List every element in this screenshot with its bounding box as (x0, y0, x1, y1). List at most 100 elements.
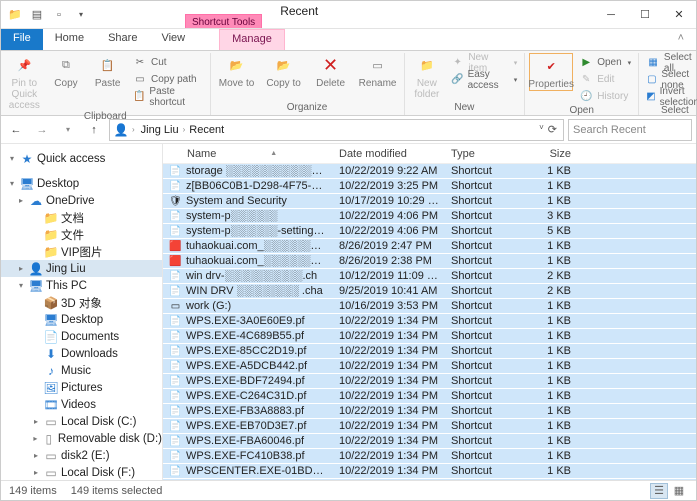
column-size[interactable]: Size (517, 148, 577, 160)
nav-item[interactable]: ♪Music (1, 362, 162, 379)
close-button[interactable]: ✕ (662, 1, 696, 28)
file-row[interactable]: ▭work (G:)10/16/2019 3:53 PMShortcut1 KB (163, 299, 696, 314)
refresh-icon[interactable]: ⟳ (548, 123, 557, 136)
nav-icon: 👤 (29, 262, 43, 276)
properties-button[interactable]: ✔Properties (529, 53, 573, 91)
copy-button[interactable]: ⧉Copy (47, 53, 86, 89)
nav-item[interactable]: 📁文件 (1, 226, 162, 243)
nav-item[interactable]: 🖥Desktop (1, 311, 162, 328)
edit-button[interactable]: ✎Edit (576, 71, 634, 88)
nav-item[interactable]: ▸☁OneDrive (1, 192, 162, 209)
file-row[interactable]: 📄system-p░░░░░░10/22/2019 4:06 PMShortcu… (163, 209, 696, 224)
qat-properties-icon[interactable]: ▤ (29, 7, 45, 23)
file-row[interactable]: 📄system-p░░░░░░-settings.png10/22/2019 4… (163, 224, 696, 239)
nav-item[interactable]: 📁文档 (1, 209, 162, 226)
history-button[interactable]: 🕘History (576, 88, 634, 105)
nav-icon: 🖥 (29, 279, 43, 293)
nav-item[interactable]: 📄Documents (1, 328, 162, 345)
minimize-button[interactable]: ─ (594, 1, 628, 28)
file-row[interactable]: 📄WPSCENTER.EXE-01BDCF2D.pf10/22/2019 1:3… (163, 464, 696, 479)
easyaccess-button[interactable]: 🔗Easy access▾ (448, 71, 520, 88)
moveto-button[interactable]: 📂Move to (215, 53, 259, 89)
nav-icon: 📁 (44, 228, 58, 242)
pin-button[interactable]: 📌Pin to Quick access (5, 53, 44, 111)
file-row[interactable]: 📄WPS.EXE-FBA60046.pf10/22/2019 1:34 PMSh… (163, 434, 696, 449)
delete-button[interactable]: ✕Delete (309, 53, 353, 89)
status-bar: 149 items 149 items selected ☰ ▦ (1, 480, 696, 500)
file-row[interactable]: 📄WPS.EXE-FB3A8883.pf10/22/2019 1:34 PMSh… (163, 404, 696, 419)
nav-item[interactable]: 📁VIP图片 (1, 243, 162, 260)
qat-newfolder-icon[interactable]: ▫ (51, 7, 67, 23)
nav-item[interactable]: ▾★Quick access (1, 150, 162, 167)
file-row[interactable]: 📄z[BB06C0B1-D298-4F75-8A5D-CD88A47…10/22… (163, 179, 696, 194)
file-row[interactable]: 🟥tuhaokuai.com_░░░░░░░░5834657…8/26/2019… (163, 254, 696, 269)
copyto-button[interactable]: 📂Copy to (262, 53, 306, 89)
nav-forward-button[interactable]: → (31, 119, 53, 141)
file-row[interactable]: 📄storage ░░░░░░░░░░░░░░░░░10/22/2019 9:2… (163, 164, 696, 179)
tab-view[interactable]: View (149, 29, 197, 50)
nav-item[interactable]: 🎞Videos (1, 396, 162, 413)
file-row[interactable]: 📄WPS.EXE-3A0E60E9.pf10/22/2019 1:34 PMSh… (163, 314, 696, 329)
file-list[interactable]: 📄storage ░░░░░░░░░░░░░░░░░10/22/2019 9:2… (163, 164, 696, 480)
nav-item[interactable]: ▸▯Removable disk (D:) (1, 430, 162, 447)
cut-icon: ✂ (133, 56, 147, 70)
nav-icon: 🖥 (20, 177, 34, 191)
qat-customize-icon[interactable]: ▾ (73, 7, 89, 23)
nav-icon: 📄 (44, 330, 58, 344)
ribbon-collapse-icon[interactable]: ˄ (666, 29, 696, 50)
invert-button[interactable]: ◩Invert selection (643, 88, 697, 105)
file-row[interactable]: 📄WPS.EXE-BDF72494.pf10/22/2019 1:34 PMSh… (163, 374, 696, 389)
selectall-icon: ▦ (646, 56, 660, 70)
maximize-button[interactable]: ☐ (628, 1, 662, 28)
file-icon: 📄 (169, 420, 182, 433)
column-headers[interactable]: Name▲ Date modified Type Size (163, 144, 696, 164)
file-row[interactable]: 📄WPS.EXE-4C689B55.pf10/22/2019 1:34 PMSh… (163, 329, 696, 344)
view-icons-button[interactable]: ▦ (670, 483, 688, 499)
nav-up-button[interactable]: ↑ (83, 119, 105, 141)
search-input[interactable]: Search Recent (568, 119, 692, 141)
file-row[interactable]: 📄WPS.EXE-A5DCB442.pf10/22/2019 1:34 PMSh… (163, 359, 696, 374)
file-row[interactable]: 🛡System and Security10/17/2019 10:29 …Sh… (163, 194, 696, 209)
nav-item[interactable]: ⬇Downloads (1, 345, 162, 362)
file-row[interactable]: 📄WPSCENTER.EXE-1EC8DB9B.pf10/22/2019 1:3… (163, 479, 696, 480)
nav-item[interactable]: 🖼Pictures (1, 379, 162, 396)
column-type[interactable]: Type (445, 148, 517, 160)
tab-share[interactable]: Share (96, 29, 149, 50)
view-details-button[interactable]: ☰ (650, 483, 668, 499)
column-name[interactable]: Name▲ (163, 148, 333, 160)
file-row[interactable]: 📄WPS.EXE-C264C31D.pf10/22/2019 1:34 PMSh… (163, 389, 696, 404)
address-bar-row: ← → ▾ ↑ 👤› Jing Liu› Recent ˅ ⟳ Search R… (1, 116, 696, 144)
navigation-pane[interactable]: ▾★Quick access ▾🖥Desktop▸☁OneDrive📁文档📁文件📁… (1, 144, 163, 480)
file-row[interactable]: 📄WPS.EXE-FC410B38.pf10/22/2019 1:34 PMSh… (163, 449, 696, 464)
tab-file[interactable]: File (1, 29, 43, 50)
open-button[interactable]: ▶Open▾ (576, 54, 634, 71)
tab-manage[interactable]: Manage (219, 29, 285, 50)
pasteshortcut-button[interactable]: 📋Paste shortcut (130, 88, 206, 105)
column-date[interactable]: Date modified (333, 148, 445, 160)
nav-item[interactable]: ▾🖥Desktop (1, 175, 162, 192)
tab-home[interactable]: Home (43, 29, 96, 50)
file-row[interactable]: 🟥tuhaokuai.com_░░░░░░░░1603407…8/26/2019… (163, 239, 696, 254)
breadcrumb-2[interactable]: Recent (187, 124, 226, 136)
file-row[interactable]: 📄WPS.EXE-85CC2D19.pf10/22/2019 1:34 PMSh… (163, 344, 696, 359)
group-new-label: New (405, 102, 525, 115)
nav-item[interactable]: 📦3D 对象 (1, 294, 162, 311)
file-row[interactable]: 📄WPS.EXE-EB70D3E7.pf10/22/2019 1:34 PMSh… (163, 419, 696, 434)
nav-item[interactable]: ▸▭disk2 (E:) (1, 447, 162, 464)
file-row[interactable]: 📄WIN DRV ░░░░░░░░ .cha9/25/2019 10:41 AM… (163, 284, 696, 299)
nav-icon: ▭ (44, 415, 58, 429)
address-dropdown-icon[interactable]: ˅ (539, 123, 544, 136)
nav-item[interactable]: ▸👤Jing Liu (1, 260, 162, 277)
nav-item[interactable]: ▾🖥This PC (1, 277, 162, 294)
nav-item[interactable]: ▸▭Local Disk (C:) (1, 413, 162, 430)
newfolder-button[interactable]: 📁New folder (409, 53, 446, 100)
nav-recent-button[interactable]: ▾ (57, 119, 79, 141)
file-row[interactable]: 📄win drv-░░░░░░░░░░.ch10/12/2019 11:09 …… (163, 269, 696, 284)
paste-button[interactable]: 📋Paste (88, 53, 127, 89)
cut-button[interactable]: ✂Cut (130, 54, 206, 71)
nav-item[interactable]: ▸▭Local Disk (F:) (1, 464, 162, 480)
rename-button[interactable]: ▭Rename (356, 53, 400, 89)
address-bar[interactable]: 👤› Jing Liu› Recent ˅ ⟳ (109, 119, 564, 141)
breadcrumb-1[interactable]: Jing Liu (139, 124, 181, 136)
nav-back-button[interactable]: ← (5, 119, 27, 141)
